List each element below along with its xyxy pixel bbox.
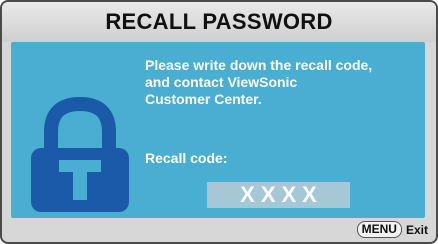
exit-label: Exit [405, 222, 428, 237]
menu-key-button[interactable]: MENU [356, 221, 402, 238]
content-panel: Please write down the recall code, and c… [11, 42, 425, 218]
title-bar: RECALL PASSWORD [2, 2, 436, 42]
recall-code-value: XXXX [240, 182, 323, 207]
recall-password-dialog: RECALL PASSWORD Please write down the re… [0, 0, 438, 244]
recall-code-label: Recall code: [145, 150, 228, 166]
lock-icon [31, 96, 129, 212]
dialog-title: RECALL PASSWORD [105, 9, 333, 34]
footer-hint: MENU Exit [356, 221, 428, 238]
instruction-text: Please write down the recall code, and c… [145, 57, 373, 107]
recall-code-field: XXXX [207, 182, 350, 208]
